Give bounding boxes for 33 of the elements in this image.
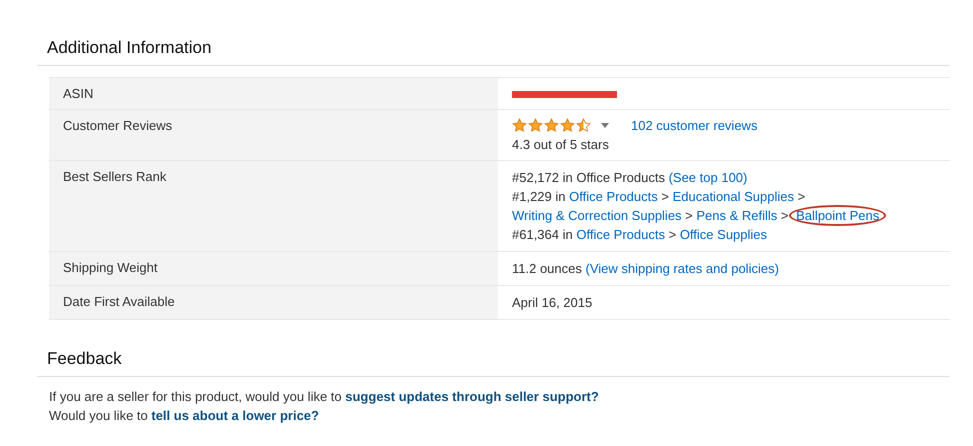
star-icon xyxy=(544,118,559,133)
link[interactable]: tell us about a lower price? xyxy=(151,408,319,423)
link[interactable]: (View shipping rates and policies) xyxy=(585,261,779,276)
caret-icon[interactable] xyxy=(601,123,609,128)
value-text: #61,364 in Office Products > Office Supplies xyxy=(512,227,768,242)
link[interactable]: Office Products xyxy=(576,227,665,242)
link[interactable]: Office Products xyxy=(569,189,658,204)
link[interactable]: suggest updates through seller support? xyxy=(345,389,599,404)
value-text: #1,229 in Office Products > Educational Supplies > Writing & Correction Supplies > Pens & Refills > Ballpoint Pens xyxy=(512,189,884,223)
link[interactable]: Office Supplies xyxy=(680,227,768,242)
rating-summary: 4.3 out of 5 stars xyxy=(512,136,610,153)
row-label-cell: Best Sellers Rank xyxy=(49,161,498,251)
section-heading: Feedback xyxy=(47,348,123,370)
value-text: If you are a seller for this product, would you like to suggest updates through seller support? xyxy=(49,389,599,404)
value-text: Would you like to tell us about a lower price? xyxy=(49,408,319,423)
value-text: 11.2 ounces (View shipping rates and policies) xyxy=(512,261,779,276)
row-label-cell: ASIN xyxy=(49,78,498,109)
star-icon xyxy=(560,118,575,133)
reviews-link[interactable]: 102 customer reviews xyxy=(631,117,758,134)
link[interactable]: Ballpoint Pens xyxy=(792,208,884,223)
row-label-cell: Shipping Weight xyxy=(49,252,498,285)
star-icon xyxy=(528,118,543,133)
value-text: April 16, 2015 xyxy=(512,295,592,310)
link[interactable]: Educational Supplies xyxy=(672,189,794,204)
link[interactable]: Writing & Correction Supplies xyxy=(512,208,682,223)
row-label-cell: Date First Available xyxy=(49,286,498,319)
link[interactable]: (See top 100) xyxy=(668,170,748,185)
section-heading: Additional Information xyxy=(47,37,212,59)
value-text: #52,172 in Office Products (See top 100) xyxy=(512,170,748,185)
star-icon xyxy=(576,118,591,133)
row-label-cell: Customer Reviews xyxy=(49,110,498,160)
link[interactable]: Pens & Refills xyxy=(696,208,778,223)
star-icon xyxy=(512,118,527,133)
